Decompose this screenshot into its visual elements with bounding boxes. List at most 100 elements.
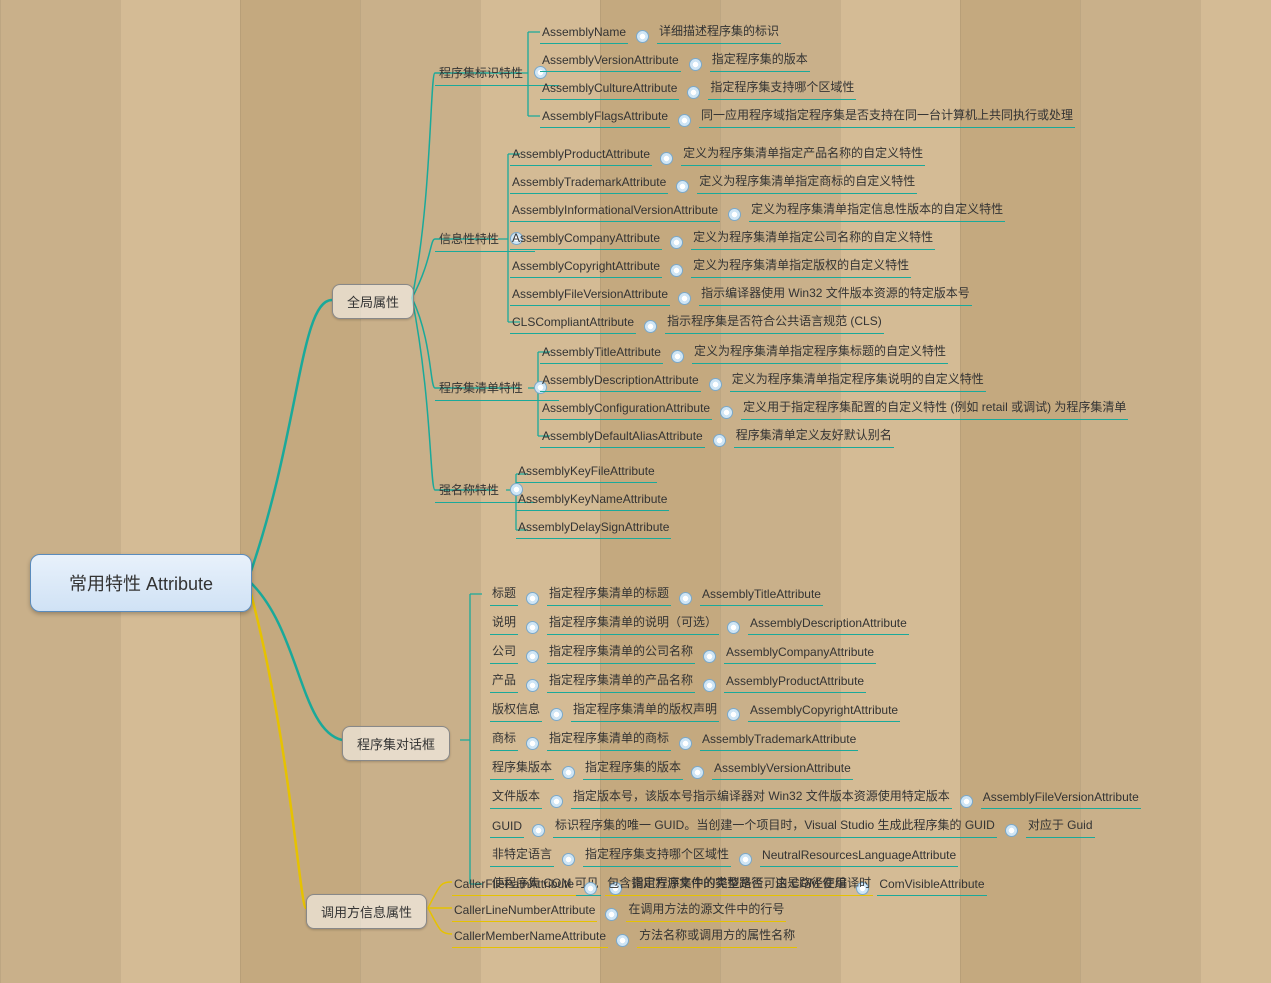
- group-strong-label: 强名称特性: [439, 483, 499, 497]
- leaf-dlg-0[interactable]: 标题指定程序集清单的标题AssemblyTitleAttribute: [490, 582, 823, 606]
- leaf-desc: NeutralResourcesLanguageAttribute: [760, 846, 958, 867]
- leaf-call-2[interactable]: CallerMemberNameAttribute方法名称或调用方的属性名称: [452, 924, 797, 948]
- leaf-primary: 公司: [490, 640, 518, 664]
- toggle-icon[interactable]: [703, 679, 716, 692]
- leaf-dlg-6[interactable]: 程序集版本指定程序集的版本AssemblyVersionAttribute: [490, 756, 853, 780]
- toggle-icon[interactable]: [679, 737, 692, 750]
- leaf-primary: AssemblyKeyNameAttribute: [516, 490, 669, 511]
- leaf-str-2[interactable]: AssemblyDelaySignAttribute: [516, 518, 671, 539]
- leaf-dlg-8[interactable]: GUID标识程序集的唯一 GUID。当创建一个项目时，Visual Studio…: [490, 814, 1095, 838]
- leaf-desc: 详细描述程序集的标识: [657, 20, 781, 44]
- leaf-dlg-9[interactable]: 非特定语言指定程序集支持哪个区域性NeutralResourcesLanguag…: [490, 843, 958, 867]
- leaf-primary: AssemblyFlagsAttribute: [540, 107, 670, 128]
- toggle-icon[interactable]: [584, 882, 597, 895]
- leaf-str-1[interactable]: AssemblyKeyNameAttribute: [516, 490, 669, 511]
- leaf-dlg-5[interactable]: 商标指定程序集清单的商标AssemblyTrademarkAttribute: [490, 727, 858, 751]
- leaf-desc: 定义为程序集清单指定公司名称的自定义特性: [691, 226, 935, 250]
- toggle-icon[interactable]: [728, 208, 741, 221]
- toggle-icon[interactable]: [689, 58, 702, 71]
- branch-dialog[interactable]: 程序集对话框: [342, 726, 450, 761]
- leaf-info-4[interactable]: AssemblyCopyrightAttribute定义为程序集清单指定版权的自…: [510, 254, 911, 278]
- toggle-icon[interactable]: [1005, 824, 1018, 837]
- toggle-icon[interactable]: [727, 708, 740, 721]
- toggle-icon[interactable]: [605, 908, 618, 921]
- branch-dialog-label: 程序集对话框: [357, 737, 435, 752]
- leaf-info-6[interactable]: CLSCompliantAttribute 指示程序集是否符合公共语言规范 (CL…: [510, 310, 884, 334]
- toggle-icon[interactable]: [526, 650, 539, 663]
- toggle-icon[interactable]: [562, 853, 575, 866]
- toggle-icon[interactable]: [703, 650, 716, 663]
- leaf-man-1[interactable]: AssemblyDescriptionAttribute定义为程序集清单指定程序…: [540, 368, 986, 392]
- leaf-primary: CLSCompliantAttribute: [510, 313, 636, 334]
- leaf-desc: 指定程序集清单的公司名称: [547, 640, 695, 664]
- toggle-icon[interactable]: [678, 292, 691, 305]
- leaf-primary: AssemblyDescriptionAttribute: [540, 371, 701, 392]
- leaf-desc: 在调用方法的源文件中的行号: [626, 898, 786, 922]
- leaf-info-1[interactable]: AssemblyTrademarkAttribute定义为程序集清单指定商标的自…: [510, 170, 917, 194]
- leaf-primary: CallerFilePathAttribute: [452, 875, 576, 896]
- branch-caller-label: 调用方信息属性: [321, 905, 412, 920]
- toggle-icon[interactable]: [720, 406, 733, 419]
- leaf-desc: AssemblyCopyrightAttribute: [748, 701, 900, 722]
- leaf-desc: 定义用于指定程序集配置的自定义特性 (例如 retail 或调试) 为程序集清单: [741, 396, 1128, 420]
- leaf-call-1[interactable]: CallerLineNumberAttribute在调用方法的源文件中的行号: [452, 898, 786, 922]
- leaf-desc: 指示程序集是否符合公共语言规范 (CLS): [665, 310, 884, 334]
- group-identity-label: 程序集标识特性: [439, 66, 523, 80]
- leaf-id-2[interactable]: AssemblyCultureAttribute指定程序集支持哪个区域性: [540, 76, 856, 100]
- toggle-icon[interactable]: [526, 679, 539, 692]
- leaf-desc: 指定程序集清单的产品名称: [547, 669, 695, 693]
- leaf-str-0[interactable]: AssemblyKeyFileAttribute: [516, 462, 657, 483]
- toggle-icon[interactable]: [709, 378, 722, 391]
- leaf-info-0[interactable]: AssemblyProductAttribute定义为程序集清单指定产品名称的自…: [510, 142, 925, 166]
- root-node[interactable]: 常用特性 Attribute: [30, 554, 252, 612]
- toggle-icon[interactable]: [550, 708, 563, 721]
- toggle-icon[interactable]: [678, 114, 691, 127]
- leaf-desc: AssemblyProductAttribute: [724, 672, 866, 693]
- toggle-icon[interactable]: [660, 152, 673, 165]
- leaf-primary: AssemblyInformationalVersionAttribute: [510, 201, 720, 222]
- leaf-desc: 定义为程序集清单指定产品名称的自定义特性: [681, 142, 925, 166]
- branch-caller[interactable]: 调用方信息属性: [306, 894, 427, 929]
- toggle-icon[interactable]: [526, 592, 539, 605]
- toggle-icon[interactable]: [727, 621, 740, 634]
- leaf-primary: 文件版本: [490, 785, 542, 809]
- leaf-dlg-4[interactable]: 版权信息指定程序集清单的版权声明AssemblyCopyrightAttribu…: [490, 698, 900, 722]
- toggle-icon[interactable]: [644, 320, 657, 333]
- toggle-icon[interactable]: [636, 30, 649, 43]
- toggle-icon[interactable]: [713, 434, 726, 447]
- leaf-dlg-7[interactable]: 文件版本指定版本号，该版本号指示编译器对 Win32 文件版本资源使用特定版本A…: [490, 785, 1141, 809]
- toggle-icon[interactable]: [562, 766, 575, 779]
- leaf-dlg-3[interactable]: 产品指定程序集清单的产品名称AssemblyProductAttribute: [490, 669, 866, 693]
- leaf-dlg-1[interactable]: 说明指定程序集清单的说明（可选）AssemblyDescriptionAttri…: [490, 611, 909, 635]
- toggle-icon[interactable]: [616, 934, 629, 947]
- leaf-man-3[interactable]: AssemblyDefaultAliasAttribute程序集清单定义友好默认…: [540, 424, 894, 448]
- leaf-info-2[interactable]: AssemblyInformationalVersionAttribute定义为…: [510, 198, 1005, 222]
- leaf-desc: 指示编译器使用 Win32 文件版本资源的特定版本号: [699, 282, 972, 306]
- leaf-id-3[interactable]: AssemblyFlagsAttribute同一应用程序域指定程序集是否支持在同…: [540, 104, 1075, 128]
- toggle-icon[interactable]: [670, 236, 683, 249]
- toggle-icon[interactable]: [550, 795, 563, 808]
- leaf-dlg-2[interactable]: 公司指定程序集清单的公司名称AssemblyCompanyAttribute: [490, 640, 876, 664]
- leaf-desc: 方法名称或调用方的属性名称: [637, 924, 797, 948]
- toggle-icon[interactable]: [532, 824, 545, 837]
- branch-global[interactable]: 全局属性: [332, 284, 414, 319]
- leaf-id-0[interactable]: AssemblyName详细描述程序集的标识: [540, 20, 781, 44]
- leaf-id-1[interactable]: AssemblyVersionAttribute指定程序集的版本: [540, 48, 810, 72]
- toggle-icon[interactable]: [960, 795, 973, 808]
- toggle-icon[interactable]: [691, 766, 704, 779]
- toggle-icon[interactable]: [526, 621, 539, 634]
- leaf-man-0[interactable]: AssemblyTitleAttribute定义为程序集清单指定程序集标题的自定…: [540, 340, 948, 364]
- leaf-call-0[interactable]: CallerFilePathAttribute包含调用方源文件的完整路径，这是路…: [452, 872, 873, 896]
- leaf-info-5[interactable]: AssemblyFileVersionAttribute指示编译器使用 Win3…: [510, 282, 972, 306]
- leaf-info-3[interactable]: AssemblyCompanyAttribute定义为程序集清单指定公司名称的自…: [510, 226, 935, 250]
- toggle-icon[interactable]: [671, 350, 684, 363]
- toggle-icon[interactable]: [679, 592, 692, 605]
- toggle-icon[interactable]: [687, 86, 700, 99]
- leaf-man-2[interactable]: AssemblyConfigurationAttribute定义用于指定程序集配…: [540, 396, 1128, 420]
- toggle-icon[interactable]: [676, 180, 689, 193]
- toggle-icon[interactable]: [670, 264, 683, 277]
- toggle-icon[interactable]: [739, 853, 752, 866]
- toggle-icon[interactable]: [526, 737, 539, 750]
- leaf-primary: 商标: [490, 727, 518, 751]
- leaf-primary: AssemblyTitleAttribute: [540, 343, 663, 364]
